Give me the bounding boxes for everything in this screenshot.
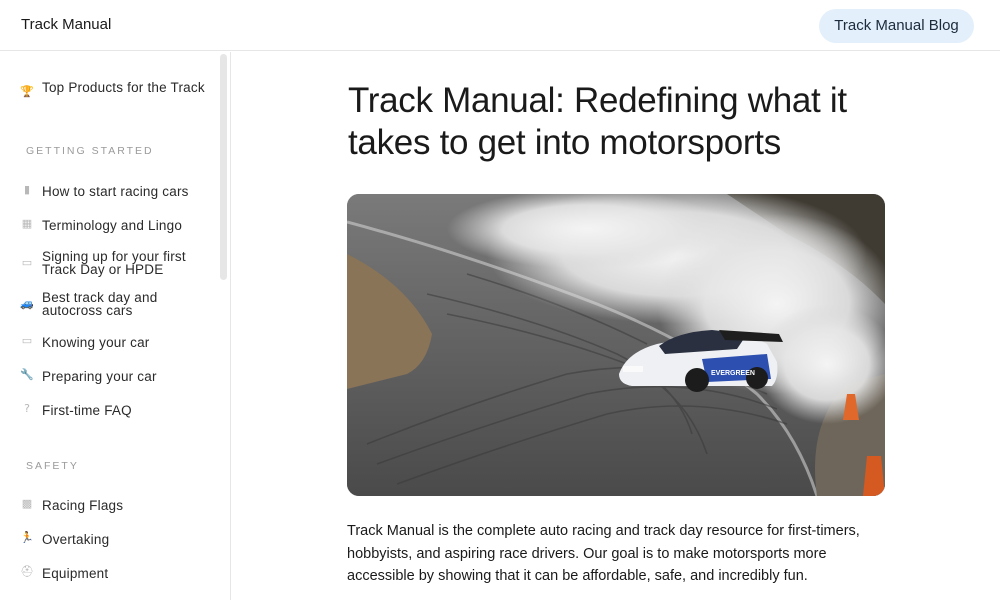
sidebar-item-label: First-time FAQ — [42, 403, 132, 418]
sidebar-item-label: How to start racing cars — [42, 184, 189, 199]
checkered-flag-icon: ▩ — [21, 497, 33, 510]
question-icon: ? — [24, 402, 30, 415]
sidebar-item-label: Best track day and autocross cars — [42, 290, 158, 318]
car-icon: 🚙 — [20, 297, 34, 310]
sidebar-item-how-to-start[interactable]: ▮ How to start racing cars — [0, 182, 215, 202]
sidebar-item-label: Signing up for your first Track Day or H… — [42, 249, 186, 277]
sidebar-item-top-products[interactable]: 🏆 Top Products for the Track — [0, 79, 215, 107]
page-title: Track Manual: Redefining what it takes t… — [348, 81, 847, 162]
sidebar-scrollbar[interactable] — [220, 54, 227, 280]
sidebar-item-faq[interactable]: ? First-time FAQ — [0, 402, 215, 422]
main-content: Track Manual: Redefining what it takes t… — [232, 52, 1000, 600]
sidebar-item-label: Equipment — [42, 566, 109, 581]
sidebar-item-signing-up[interactable]: ▭ Signing up for your first Track Day or… — [0, 250, 215, 278]
sidebar-item-label: Overtaking — [42, 532, 110, 547]
drifting-car-photo: EVERGREEN — [347, 194, 885, 496]
sidebar-item-label: Top Products for the Track — [42, 80, 205, 95]
trophy-icon: 🏆 — [20, 85, 34, 98]
hero-image: EVERGREEN — [347, 194, 885, 496]
sidebar-item-knowing-car[interactable]: ▭ Knowing your car — [0, 334, 215, 354]
sidebar-item-label: Terminology and Lingo — [42, 218, 183, 233]
sidebar-item-racing-flags[interactable]: ▩ Racing Flags — [0, 497, 215, 517]
sidebar-item-overtaking[interactable]: 🏃 Overtaking — [0, 531, 215, 551]
runner-icon: 🏃 — [20, 531, 34, 544]
sidebar-item-label: Preparing your car — [42, 369, 157, 384]
sidebar-item-terminology[interactable]: ▦ Terminology and Lingo — [0, 216, 215, 236]
helmet-icon: ⛑ — [20, 565, 34, 578]
top-bar: Track Manual Track Manual Blog — [0, 0, 1000, 51]
card-icon: ▭ — [21, 334, 33, 347]
intro-paragraph: Track Manual is the complete auto racing… — [347, 523, 860, 584]
site-brand[interactable]: Track Manual — [21, 16, 111, 33]
sidebar-item-label: Racing Flags — [42, 498, 124, 513]
sidebar-item-equipment[interactable]: ⛑ Equipment — [0, 565, 215, 585]
sidebar-item-preparing-car[interactable]: 🔧 Preparing your car — [0, 368, 215, 388]
car-livery-text: EVERGREEN — [711, 370, 755, 377]
section-heading-safety: SAFETY — [26, 460, 79, 472]
calendar-icon: ▦ — [21, 217, 33, 230]
ticket-icon: ▭ — [21, 256, 33, 269]
wrench-icon: 🔧 — [20, 368, 34, 381]
section-heading-getting-started: GETTING STARTED — [26, 145, 154, 157]
sidebar-item-label: Knowing your car — [42, 335, 150, 350]
sidebar: 🏆 Top Products for the Track GETTING STA… — [0, 52, 231, 600]
blog-button[interactable]: Track Manual Blog — [819, 9, 974, 43]
sidebar-item-best-cars[interactable]: 🚙 Best track day and autocross cars — [0, 291, 215, 319]
fire-extinguisher-icon: ▮ — [23, 183, 31, 196]
